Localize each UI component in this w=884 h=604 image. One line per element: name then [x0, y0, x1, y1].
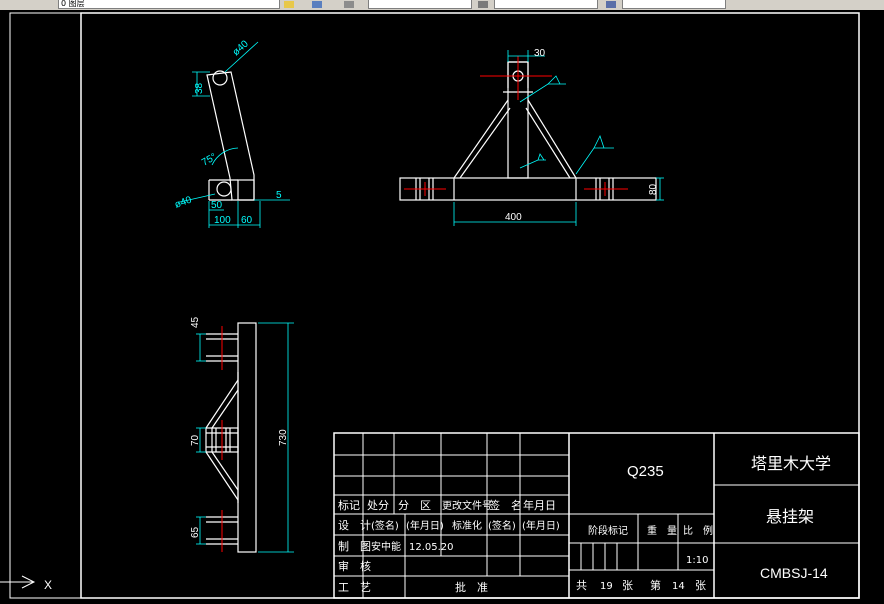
- sheet-outer-border: [9, 12, 860, 599]
- dim-30: 30: [534, 48, 546, 59]
- tb-draw-label: 制 图: [338, 540, 371, 553]
- tb-stage-label: 阶段标记: [588, 524, 628, 537]
- tb-design-sign: (签名): [371, 519, 399, 532]
- tb-draw-name: 安中能: [371, 540, 401, 553]
- tb-approve-label: 批 准: [455, 580, 488, 594]
- tb-school: 塔里木大学: [751, 454, 831, 473]
- tb-process-label: 工 艺: [338, 581, 371, 594]
- tb-sheet-no-unit: 张: [695, 579, 706, 592]
- tb-header-mark: 标记: [338, 498, 360, 512]
- tb-drawing-no: CMBSJ-14: [760, 565, 828, 581]
- ucs-icon: [0, 575, 36, 598]
- dim-5: 5: [276, 190, 282, 201]
- layer-dropdown[interactable]: 0 图层: [58, 0, 280, 9]
- properties-icon[interactable]: [344, 1, 354, 8]
- linetype-icon[interactable]: [478, 1, 488, 8]
- dim-45: 45: [190, 316, 201, 328]
- part-b-centerlines: [404, 56, 628, 196]
- lineweight-dropdown[interactable]: [622, 0, 726, 9]
- tb-std-label: 标准化: [452, 519, 482, 532]
- layer-previous-icon[interactable]: [312, 1, 322, 8]
- tb-std-sign: (签名): [488, 519, 516, 532]
- tb-sheet-no-label: 第: [650, 578, 661, 592]
- tb-header-date: 年月日: [523, 498, 556, 512]
- dim-angle-75: 75°: [200, 152, 219, 169]
- tb-header-count: 处分: [367, 499, 389, 512]
- dim-100: 100: [214, 215, 231, 226]
- dim-dia-bottom: ø40: [173, 194, 193, 210]
- dim-730: 730: [278, 429, 289, 446]
- tb-scale-value: 1:10: [686, 555, 708, 566]
- tb-material: Q235: [627, 463, 664, 480]
- dim-60: 60: [241, 215, 253, 226]
- dim-r38: 38: [194, 82, 205, 94]
- dim-70: 70: [190, 434, 201, 446]
- tb-review-label: 审 核: [338, 559, 371, 573]
- layer-states-icon[interactable]: [284, 1, 294, 8]
- ucs-x-label: X: [44, 578, 52, 592]
- dim-dia-top: ø40: [231, 38, 251, 58]
- tb-draw-date: 12.05.20: [409, 542, 454, 553]
- dim-80: 80: [648, 183, 659, 195]
- dim-50: 50: [211, 200, 223, 211]
- tb-sheets-total-label: 共: [576, 579, 587, 592]
- part-a-bent-arm: [206, 70, 255, 201]
- tb-design-label: 设 计: [338, 519, 371, 532]
- dim-65: 65: [190, 526, 201, 538]
- tb-header-signature: 签 名: [489, 498, 522, 512]
- tb-scale-label: 比 例: [683, 524, 713, 537]
- tb-header-change-doc: 更改文件号: [442, 499, 492, 512]
- lineweight-icon[interactable]: [606, 1, 616, 8]
- dim-400: 400: [505, 212, 522, 223]
- color-dropdown[interactable]: [368, 0, 472, 9]
- part-c-plan-view: [205, 322, 257, 553]
- tb-design-date: (年月日): [406, 519, 444, 532]
- tb-sheets-total: 19: [600, 581, 613, 592]
- tb-part-name: 悬挂架: [766, 507, 814, 526]
- part-b-front-view: [399, 61, 657, 201]
- linetype-dropdown[interactable]: [494, 0, 598, 9]
- tb-weight-label: 重 量: [647, 524, 677, 537]
- tb-header-zone: 分 区: [398, 499, 431, 512]
- tb-std-date: (年月日): [522, 519, 560, 532]
- tb-sheet-no: 14: [672, 581, 685, 592]
- tb-sheets-unit: 张: [622, 579, 633, 592]
- drawing-canvas[interactable]: ø40 38 75° ø40 50 5 100 60 30 400 80 45 …: [0, 10, 884, 604]
